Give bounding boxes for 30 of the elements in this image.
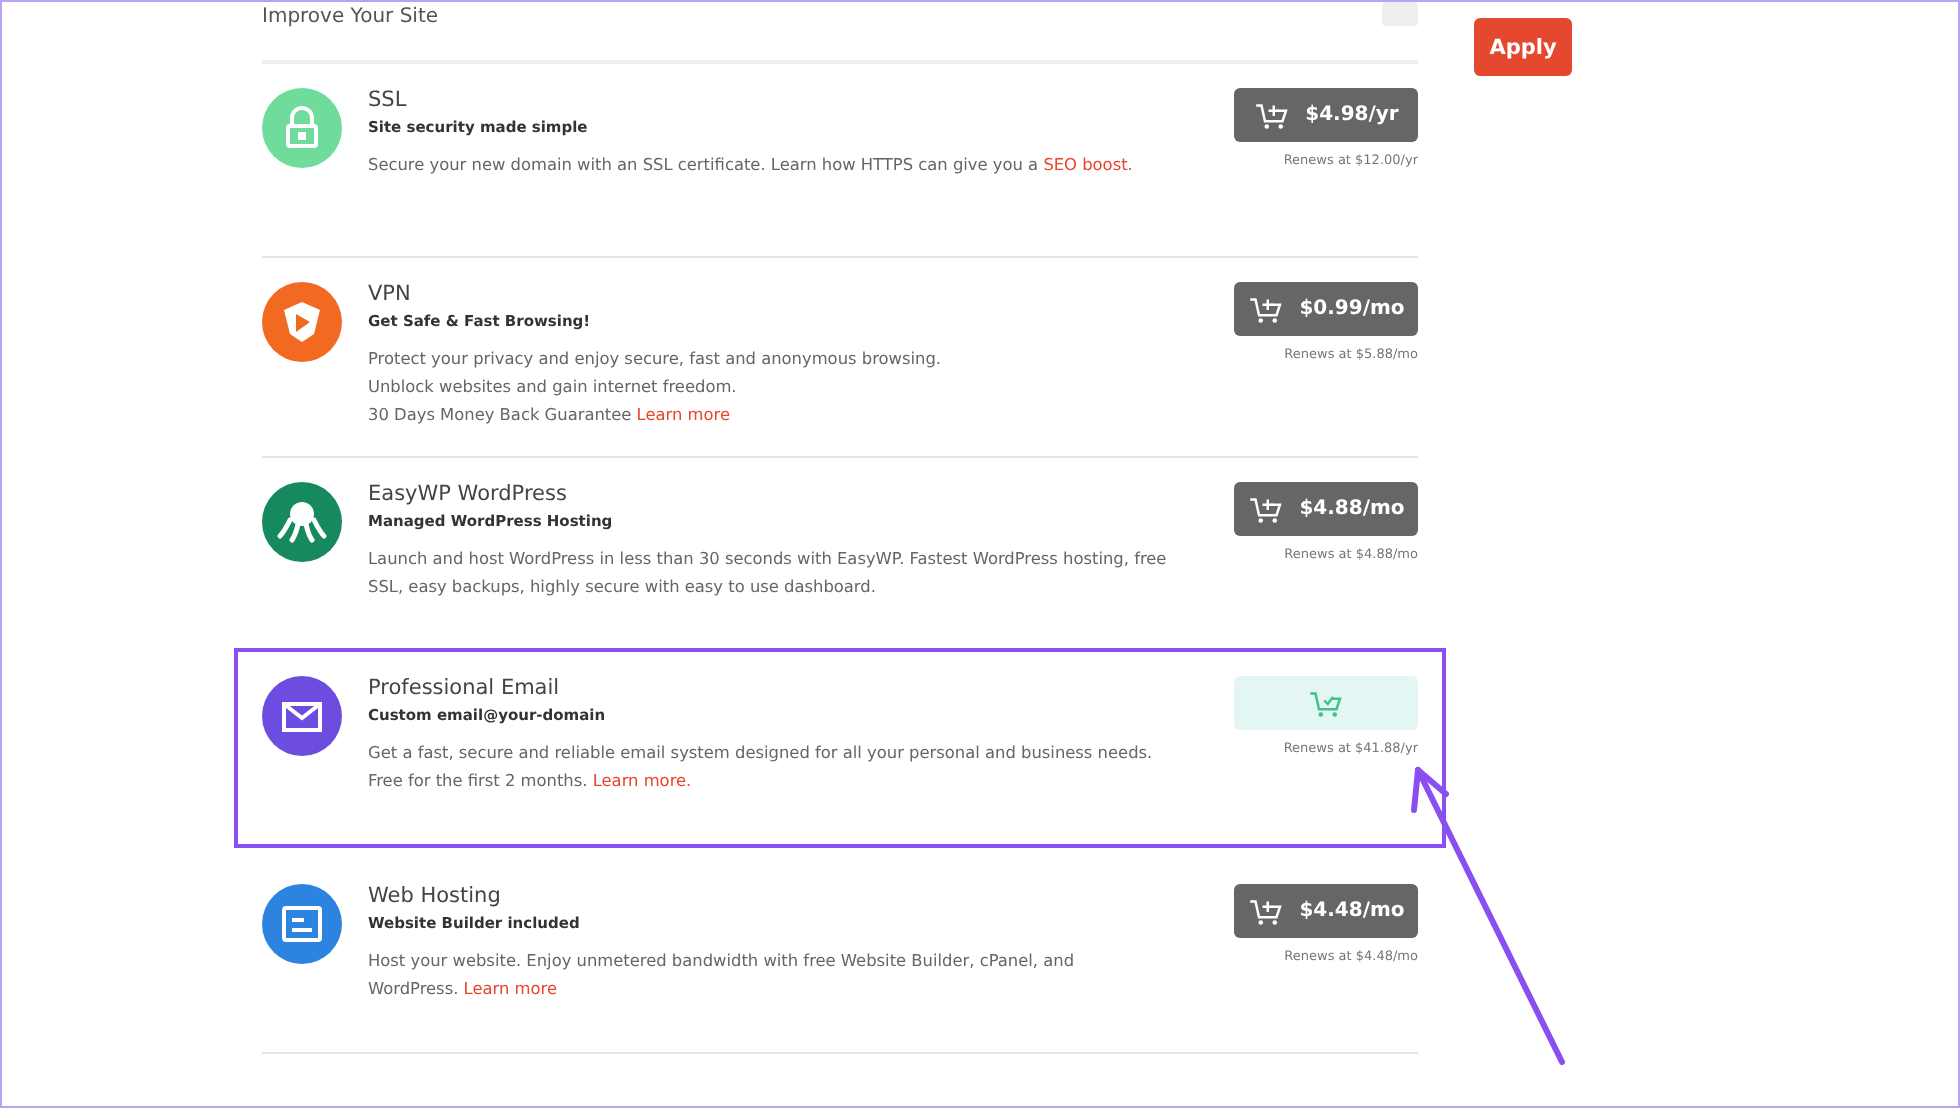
product-name: Web Hosting: [368, 884, 503, 908]
product-name: SSL: [368, 88, 409, 112]
cart-plus-icon: [1253, 101, 1290, 129]
cart-plus-icon: [1247, 897, 1284, 925]
section-title: Improve Your Site: [262, 6, 439, 28]
add-to-cart-button[interactable]: $4.88/mo: [1234, 482, 1418, 536]
product-name: EasyWP WordPress: [368, 482, 569, 506]
product-description: Launch and host WordPress in less than 30 seconds with EasyWP. Fastest WordPress hosting, free SSL, easy backups, highly secure with easy to use dashboard.: [368, 546, 1168, 600]
product-description: Protect your privacy and enjoy secure, fast and anonymous browsing.: [368, 346, 943, 372]
collapse-button[interactable]: [1382, 2, 1418, 26]
add-to-cart-button[interactable]: [1234, 676, 1418, 730]
learn-more-link[interactable]: Learn more.: [592, 770, 692, 790]
product-description: 30 Days Money Back Guarantee Learn more: [368, 402, 732, 428]
product-description: Get a fast, secure and reliable email system designed for all your personal and business needs.: [368, 740, 1155, 766]
product-description: Free for the first 2 months. Learn more.: [368, 768, 694, 794]
learn-more-link[interactable]: Learn more: [463, 978, 557, 998]
learn-more-link[interactable]: SEO boost.: [1043, 154, 1133, 174]
product-description: Unblock websites and gain internet freedom.: [368, 374, 739, 400]
add-to-cart-button[interactable]: $4.48/mo: [1234, 884, 1418, 938]
product-name: VPN: [368, 282, 413, 306]
learn-more-link[interactable]: Learn more: [636, 404, 730, 424]
cart-check-icon: [1308, 689, 1344, 717]
add-to-cart-button[interactable]: $4.98/yr: [1234, 88, 1418, 142]
apply-button[interactable]: Apply: [1474, 18, 1572, 76]
add-to-cart-button[interactable]: $0.99/mo: [1234, 282, 1418, 336]
product-description: Secure your new domain with an SSL certificate. Learn how HTTPS can give you a SEO boost.: [368, 152, 1135, 178]
cart-plus-icon: [1247, 495, 1284, 523]
product-name: Professional Email: [368, 676, 562, 700]
cart-plus-icon: [1247, 295, 1284, 323]
product-description: Host your website. Enjoy unmetered bandwidth with free Website Builder, cPanel, and WordPress. Learn more: [368, 948, 1077, 1002]
